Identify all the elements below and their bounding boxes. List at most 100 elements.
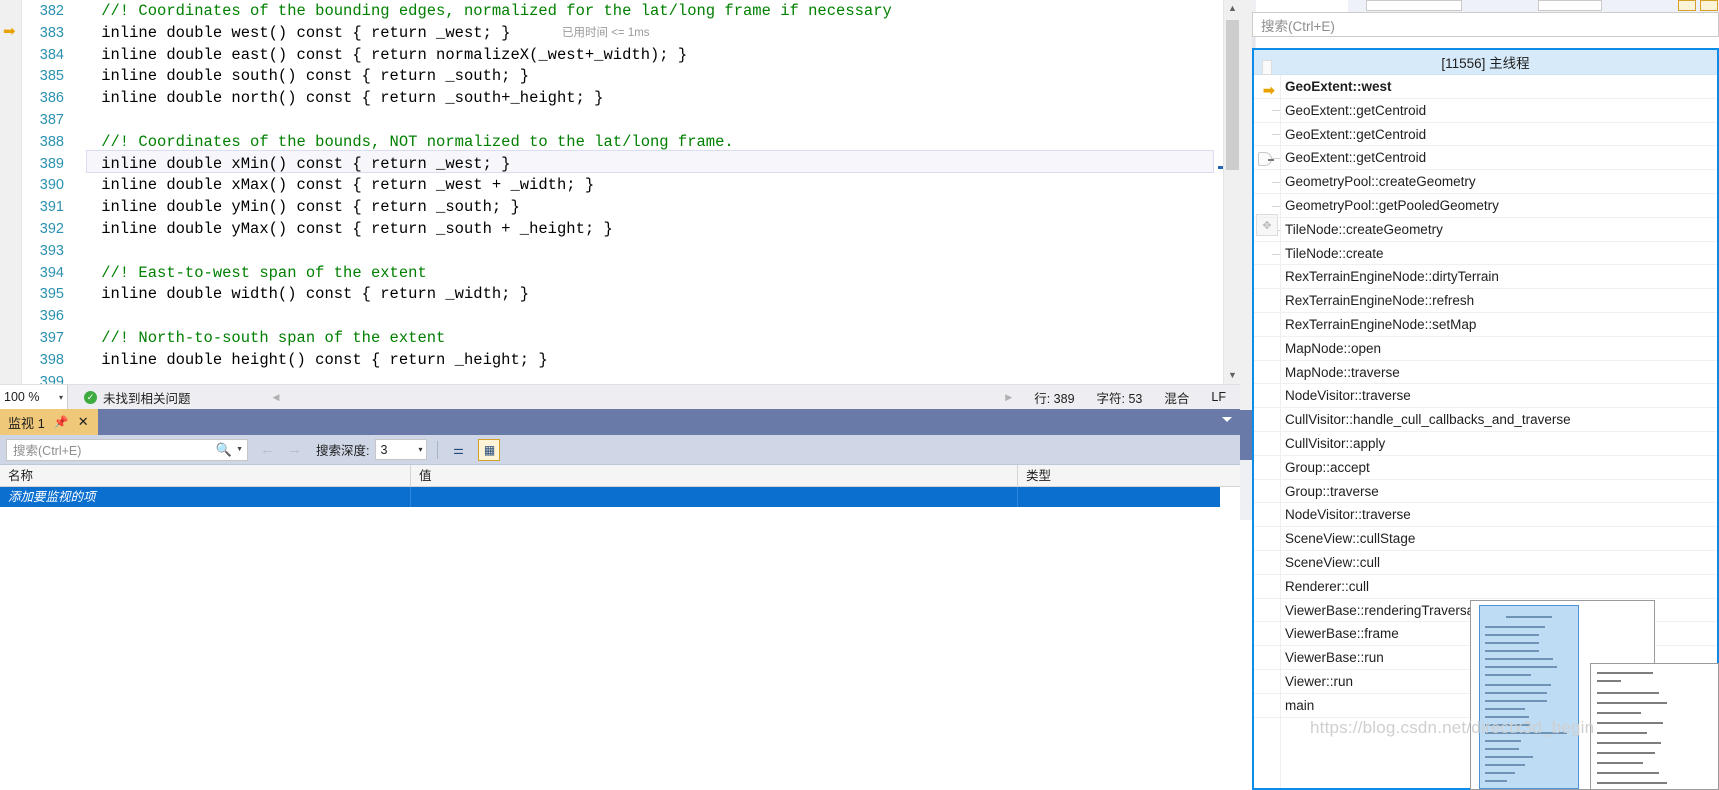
- code-line[interactable]: 391 inline double yMin() const { return …: [22, 197, 1240, 219]
- call-stack-frame[interactable]: GeoExtent::getCentroid: [1254, 123, 1717, 147]
- code-line[interactable]: 397 //! North-to-south span of the exten…: [22, 328, 1240, 350]
- table-row[interactable]: 添加要监视的项: [0, 487, 1220, 507]
- frame-label: TileNode::createGeometry: [1285, 221, 1443, 237]
- search-depth-dropdown[interactable]: 3 ▾: [375, 439, 428, 460]
- code-line[interactable]: 392 inline double yMax() const { return …: [22, 219, 1240, 241]
- code-line[interactable]: 396: [22, 306, 1240, 328]
- code-line[interactable]: 394 //! East-to-west span of the extent: [22, 263, 1240, 285]
- line-number: 398: [39, 351, 64, 368]
- frame-label: RexTerrainEngineNode::dirtyTerrain: [1285, 269, 1499, 285]
- arrow-right-icon[interactable]: →: [287, 441, 302, 458]
- call-stack-frame[interactable]: NodeVisitor::traverse: [1254, 384, 1717, 409]
- line-text: inline double east() const { return norm…: [64, 45, 688, 64]
- call-stack-frame[interactable]: GeometryPool::getPooledGeometry: [1254, 194, 1717, 218]
- toolbar-field[interactable]: [1538, 0, 1602, 11]
- call-stack-frame[interactable]: RexTerrainEngineNode::refresh: [1254, 289, 1717, 313]
- call-stack-frame[interactable]: TileNode::create: [1254, 242, 1717, 266]
- call-stack-search-input[interactable]: 搜索(Ctrl+E): [1252, 12, 1719, 37]
- filter-pin-icon[interactable]: ⚌: [447, 439, 469, 461]
- chevron-down-icon[interactable]: [1222, 417, 1232, 422]
- line-number: 394: [39, 264, 64, 281]
- watch-type-cell[interactable]: [1018, 487, 1220, 507]
- line-text: //! East-to-west span of the extent: [64, 263, 427, 282]
- frame-label: GeoExtent::getCentroid: [1285, 126, 1427, 142]
- triangle-right-icon[interactable]: ▶: [1005, 392, 1012, 403]
- code-line[interactable]: 389 inline double xMin() const { return …: [22, 154, 1240, 176]
- search-icon[interactable]: 🔍: [216, 442, 232, 458]
- tab-watch-1[interactable]: 监视 1 📌 ✕: [0, 409, 98, 435]
- column-header-type[interactable]: 类型: [1018, 465, 1240, 487]
- call-stack-frame[interactable]: MapNode::traverse: [1254, 361, 1717, 385]
- editor-status-right: ▶ 行: 389 字符: 53 混合 LF: [1005, 388, 1240, 407]
- column-header-value[interactable]: 值: [411, 465, 1018, 487]
- call-stack-frame[interactable]: RexTerrainEngineNode::dirtyTerrain: [1254, 265, 1717, 290]
- frame-label: RexTerrainEngineNode::setMap: [1285, 316, 1477, 332]
- code-line[interactable]: 388 //! Coordinates of the bounds, NOT n…: [22, 132, 1240, 154]
- code-line[interactable]: 398 inline double height() const { retur…: [22, 350, 1240, 372]
- line-text: inline double south() const { return _so…: [64, 67, 530, 86]
- frame-label: Renderer::cull: [1285, 578, 1370, 594]
- code-line[interactable]: 386 inline double north() const { return…: [22, 88, 1240, 110]
- frame-label: GeometryPool::createGeometry: [1285, 174, 1476, 190]
- arrow-left-icon[interactable]: ←: [260, 441, 275, 458]
- code-line[interactable]: 390 inline double xMax() const { return …: [22, 175, 1240, 197]
- call-stack-frame[interactable]: TileNode::createGeometry: [1254, 218, 1717, 242]
- watch-add-item-cell[interactable]: 添加要监视的项: [0, 487, 411, 507]
- watch-value-cell[interactable]: [411, 487, 1018, 507]
- zoom-level-dropdown[interactable]: 100 % ▾: [0, 384, 68, 410]
- scroll-down-icon[interactable]: ▼: [1224, 367, 1240, 384]
- pin-icon[interactable]: 📌: [54, 415, 69, 429]
- code-line[interactable]: 395 inline double width() const { return…: [22, 284, 1240, 306]
- code-line[interactable]: 385 inline double south() const { return…: [22, 66, 1240, 88]
- code-lines[interactable]: 382 //! Coordinates of the bounding edge…: [22, 0, 1240, 384]
- call-stack-frame[interactable]: ➡ GeoExtent::west: [1254, 75, 1717, 99]
- call-stack-frame[interactable]: Group::accept: [1254, 456, 1717, 480]
- toolbar-combo[interactable]: [1366, 0, 1462, 11]
- tab-watch-1-label: 监视 1: [8, 415, 45, 431]
- line-text: inline double width() const { return _wi…: [64, 285, 530, 304]
- toolbar-extra-button[interactable]: [1700, 0, 1718, 11]
- code-line[interactable]: 387: [22, 110, 1240, 132]
- issue-status[interactable]: ✓ 未找到相关问题: [84, 388, 191, 407]
- line-text: inline double north() const { return _so…: [64, 89, 604, 108]
- call-stack-frame[interactable]: MapNode::open: [1254, 337, 1717, 361]
- column-header-name[interactable]: 名称: [0, 465, 411, 487]
- chevron-down-icon[interactable]: ▼: [236, 446, 243, 453]
- preview-thumbnail-inner: [1479, 605, 1579, 789]
- call-stack-frame[interactable]: GeoExtent::getCentroid: [1254, 99, 1717, 123]
- tab-label-icon[interactable]: ▦: [478, 438, 501, 461]
- call-stack-frame[interactable]: Group::traverse: [1254, 480, 1717, 504]
- line-number: 392: [39, 220, 64, 237]
- search-depth-label: 搜索深度:: [316, 444, 370, 458]
- call-stack-frame[interactable]: CullVisitor::apply: [1254, 432, 1717, 456]
- code-line[interactable]: 382 //! Coordinates of the bounding edge…: [22, 1, 1240, 23]
- call-stack-frame[interactable]: GeoExtent::getCentroid: [1254, 146, 1717, 171]
- call-stack-frame[interactable]: SceneView::cull: [1254, 551, 1717, 575]
- watch-toolbar: 搜索(Ctrl+E) 🔍 ▼ ← → 搜索深度: 3 ▾ ⚌ ▦: [0, 435, 1240, 465]
- scrollbar-thumb[interactable]: [1226, 20, 1239, 170]
- editor-glyph-margin[interactable]: ➡: [0, 0, 22, 384]
- call-stack-frame[interactable]: CullVisitor::handle_cull_callbacks_and_t…: [1254, 408, 1717, 432]
- call-stack-frame[interactable]: SceneView::cullStage: [1254, 527, 1717, 551]
- watch-search-input[interactable]: 搜索(Ctrl+E) 🔍 ▼: [6, 438, 248, 461]
- editor-vertical-scrollbar[interactable]: ▲ ▼: [1223, 0, 1240, 384]
- close-icon[interactable]: ✕: [78, 414, 89, 430]
- code-line[interactable]: 399: [22, 372, 1240, 384]
- line-text: inline double xMin() const { return _wes…: [64, 154, 511, 173]
- toolbar-toggle-button[interactable]: [1678, 0, 1696, 11]
- line-text: inline double yMin() const { return _sou…: [64, 198, 520, 217]
- call-stack-frame[interactable]: RexTerrainEngineNode::setMap: [1254, 313, 1717, 337]
- code-line[interactable]: 393: [22, 241, 1240, 263]
- code-editor[interactable]: ➡ 382 //! Coordinates of the bounding ed…: [0, 0, 1240, 384]
- frame-label: SceneView::cull: [1285, 554, 1381, 570]
- call-stack-frame[interactable]: NodeVisitor::traverse: [1254, 503, 1717, 528]
- frame-label: RexTerrainEngineNode::refresh: [1285, 293, 1475, 309]
- call-stack-frame[interactable]: GeometryPool::createGeometry: [1254, 170, 1717, 194]
- frame-label: MapNode::traverse: [1285, 364, 1400, 380]
- line-number: 382: [39, 3, 64, 19]
- scroll-up-icon[interactable]: ▲: [1224, 0, 1240, 17]
- line-number: 383: [39, 24, 64, 41]
- call-stack-frame[interactable]: Renderer::cull: [1254, 575, 1717, 599]
- code-line[interactable]: 384 inline double east() const { return …: [22, 45, 1240, 67]
- triangle-left-icon[interactable]: ◀: [273, 392, 280, 403]
